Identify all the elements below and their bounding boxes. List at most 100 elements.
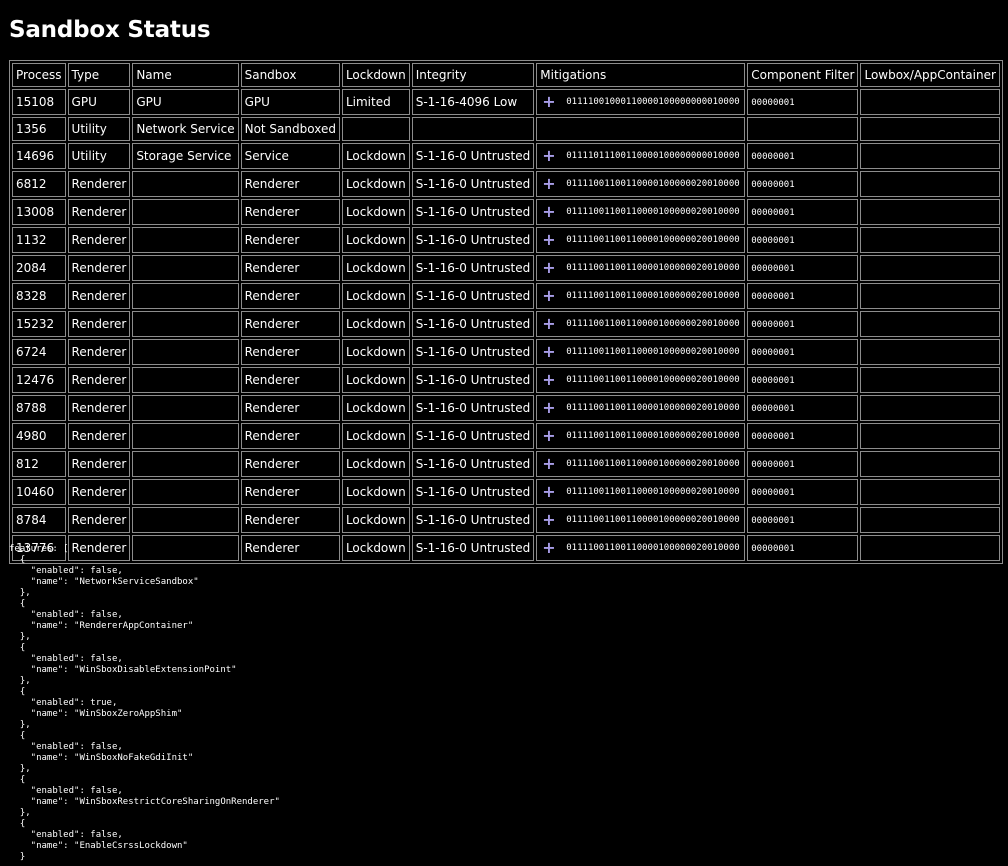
cell-integrity: S-1-16-0 Untrusted xyxy=(411,171,535,197)
mitigations-value: 01111001100110000100000020010000 xyxy=(566,487,740,497)
mitigations-value: 01111001100110000100000020010000 xyxy=(566,319,740,329)
feature-enabled-value: false xyxy=(90,654,118,664)
cell-name: GPU xyxy=(132,89,239,115)
cell-lockdown: Lockdown xyxy=(341,255,410,281)
cell-name xyxy=(132,367,239,393)
plus-icon[interactable]: + xyxy=(540,481,566,503)
cell-component-filter xyxy=(747,117,859,141)
plus-icon[interactable]: + xyxy=(540,397,566,419)
feature-enabled-value: false xyxy=(90,742,118,752)
plus-icon[interactable]: + xyxy=(540,201,566,223)
cell-component-filter: 00000001 xyxy=(747,143,859,169)
cell-lockdown xyxy=(341,117,410,141)
cell-mitigations: +01111001100110000100000020010000 xyxy=(536,339,746,365)
plus-icon[interactable]: + xyxy=(540,509,566,531)
component-filter-value: 00000001 xyxy=(751,208,795,218)
cell-integrity xyxy=(411,117,535,141)
feature-enabled-value: false xyxy=(90,830,118,840)
cell-lockdown: Lockdown xyxy=(341,507,410,533)
table-row: 812 Renderer Renderer Lockdown S-1-16-0 Untr… xyxy=(12,451,1000,477)
plus-icon[interactable]: + xyxy=(540,369,566,391)
mitigations-value: 01111001100110000100000020010000 xyxy=(566,207,740,217)
cell-process: 2084 xyxy=(12,255,66,281)
cell-integrity: S-1-16-0 Untrusted xyxy=(411,199,535,225)
mitigations-wrapper: +01111001000110000100000000010000 xyxy=(540,91,741,113)
header-process: Process xyxy=(12,63,66,87)
mitigations-value: 01111001100110000100000020010000 xyxy=(566,515,740,525)
cell-integrity: S-1-16-0 Untrusted xyxy=(411,227,535,253)
cell-name xyxy=(132,199,239,225)
plus-icon[interactable]: + xyxy=(540,453,566,475)
cell-sandbox: Renderer xyxy=(240,451,340,477)
cell-component-filter: 00000001 xyxy=(747,507,859,533)
cell-process: 1132 xyxy=(12,227,66,253)
mitigations-wrapper: +01111001100110000100000020010000 xyxy=(540,537,741,559)
cell-lowbox xyxy=(860,423,1000,449)
cell-lockdown: Limited xyxy=(341,89,410,115)
mitigations-wrapper: +01111001100110000100000020010000 xyxy=(540,509,741,531)
cell-sandbox: Renderer xyxy=(240,395,340,421)
cell-sandbox: Renderer xyxy=(240,171,340,197)
cell-integrity: S-1-16-0 Untrusted xyxy=(411,423,535,449)
cell-integrity: S-1-16-0 Untrusted xyxy=(411,395,535,421)
cell-mitigations: +01111001100110000100000020010000 xyxy=(536,451,746,477)
cell-type: Renderer xyxy=(67,423,131,449)
feature-enabled-value: true xyxy=(90,698,112,708)
cell-lockdown: Lockdown xyxy=(341,451,410,477)
cell-name xyxy=(132,507,239,533)
table-header-row: Process Type Name Sandbox Lockdown Integ… xyxy=(12,63,1000,87)
plus-icon[interactable]: + xyxy=(540,173,566,195)
feature-name-value: WinSboxZeroAppShim xyxy=(79,709,177,719)
plus-icon[interactable]: + xyxy=(540,229,566,251)
mitigations-value: 01111001100110000100000020010000 xyxy=(566,179,740,189)
cell-type: Renderer xyxy=(67,227,131,253)
cell-process: 14696 xyxy=(12,143,66,169)
plus-icon[interactable]: + xyxy=(540,425,566,447)
cell-name xyxy=(132,227,239,253)
cell-name xyxy=(132,311,239,337)
cell-name xyxy=(132,339,239,365)
cell-lowbox xyxy=(860,227,1000,253)
table-row: 12476 Renderer Renderer Lockdown S-1-16-0 Un… xyxy=(12,367,1000,393)
cell-mitigations: +01111001100110000100000020010000 xyxy=(536,367,746,393)
cell-sandbox: Not Sandboxed xyxy=(240,117,340,141)
mitigations-wrapper: +01111011100110000100000000010000 xyxy=(540,145,741,167)
table-row: 1356 Utility Network Service Not Sandboxed xyxy=(12,117,1000,141)
cell-component-filter: 00000001 xyxy=(747,227,859,253)
plus-icon[interactable]: + xyxy=(540,145,566,167)
plus-icon[interactable]: + xyxy=(540,537,566,559)
cell-mitigations: +01111001100110000100000020010000 xyxy=(536,255,746,281)
header-lockdown: Lockdown xyxy=(341,63,410,87)
plus-icon[interactable]: + xyxy=(540,91,566,113)
plus-icon[interactable]: + xyxy=(540,341,566,363)
mitigations-wrapper: +01111001100110000100000020010000 xyxy=(540,173,741,195)
cell-lowbox xyxy=(860,199,1000,225)
cell-sandbox: GPU xyxy=(240,89,340,115)
cell-lockdown: Lockdown xyxy=(341,199,410,225)
mitigations-value: 01111001100110000100000020010000 xyxy=(566,263,740,273)
cell-integrity: S-1-16-0 Untrusted xyxy=(411,451,535,477)
feature-name-value: WinSboxDisableExtensionPoint xyxy=(79,665,232,675)
cell-type: Utility xyxy=(67,117,131,141)
cell-lowbox xyxy=(860,255,1000,281)
table-row: 8788 Renderer Renderer Lockdown S-1-16-0 Unt… xyxy=(12,395,1000,421)
cell-process: 812 xyxy=(12,451,66,477)
plus-icon[interactable]: + xyxy=(540,257,566,279)
cell-integrity: S-1-16-0 Untrusted xyxy=(411,255,535,281)
feature-name-value: WinSboxNoFakeGdiInit xyxy=(79,753,188,763)
cell-process: 8784 xyxy=(12,507,66,533)
cell-lowbox xyxy=(860,395,1000,421)
header-name: Name xyxy=(132,63,239,87)
plus-icon[interactable]: + xyxy=(540,285,566,307)
mitigations-wrapper: +01111001100110000100000020010000 xyxy=(540,425,741,447)
cell-name xyxy=(132,255,239,281)
cell-lockdown: Lockdown xyxy=(341,143,410,169)
cell-type: Renderer xyxy=(67,451,131,477)
cell-mitigations: +01111001100110000100000020010000 xyxy=(536,395,746,421)
cell-lockdown: Lockdown xyxy=(341,283,410,309)
component-filter-value: 00000001 xyxy=(751,292,795,302)
component-filter-value: 00000001 xyxy=(751,544,795,554)
plus-icon[interactable]: + xyxy=(540,313,566,335)
cell-name xyxy=(132,479,239,505)
cell-process: 15232 xyxy=(12,311,66,337)
